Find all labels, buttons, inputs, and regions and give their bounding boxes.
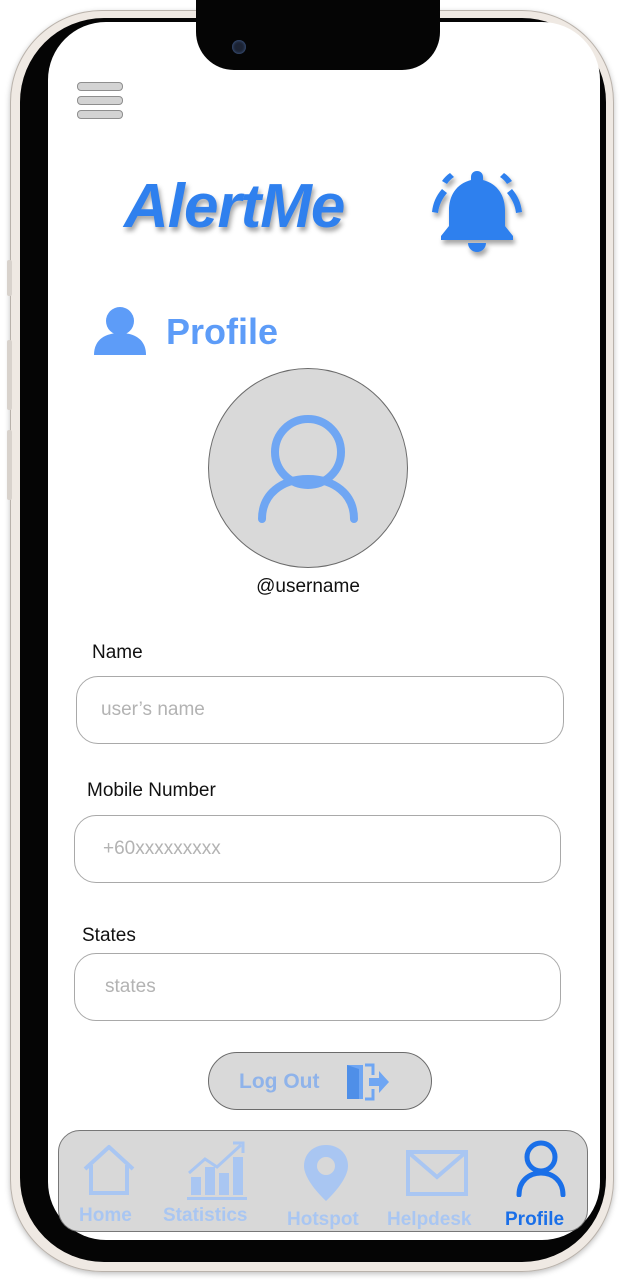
side-button [7,260,12,296]
user-outline-icon [516,1140,566,1197]
bell-icon [432,171,522,252]
page-title: Profile [166,311,279,352]
logout-label: Log Out [239,1070,320,1093]
nav-label-helpdesk: Helpdesk [387,1209,472,1230]
nav-item-hotspot[interactable]: Hotspot [273,1131,391,1231]
hamburger-menu-icon[interactable] [75,80,123,124]
app-logo: AlertMe [124,165,544,255]
notch [196,0,440,70]
nav-item-home[interactable]: Home [59,1131,161,1231]
mobile-number-input[interactable] [74,815,561,883]
nav-label-hotspot: Hotspot [287,1209,359,1230]
nav-item-helpdesk[interactable]: Helpdesk [387,1131,501,1231]
user-icon [94,307,146,355]
camera-icon [232,40,246,54]
mail-icon [406,1150,468,1196]
nav-item-profile[interactable]: Profile [501,1131,587,1231]
states-input[interactable] [74,953,561,1021]
nav-label-statistics: Statistics [163,1205,248,1226]
door-exit-icon [347,1063,389,1101]
username-label: @username [256,576,360,597]
avatar[interactable] [208,368,408,568]
nav-label-profile: Profile [505,1209,565,1230]
bottom-nav: Home Statistics Hotspot Helpdesk Profile [58,1130,588,1232]
user-outline-icon [258,415,358,523]
chart-icon [187,1141,247,1200]
nav-item-statistics[interactable]: Statistics [161,1131,273,1231]
nav-label-home: Home [79,1205,132,1226]
name-label: Name [92,642,143,663]
app-logo-text: AlertMe [124,172,345,241]
states-label: States [82,925,136,946]
mobile-number-label: Mobile Number [87,780,216,801]
side-button [7,340,12,410]
logout-button[interactable]: Log Out [208,1052,432,1110]
map-pin-icon [304,1145,348,1201]
home-icon [83,1145,135,1195]
name-input[interactable] [76,676,564,744]
side-button [7,430,12,500]
